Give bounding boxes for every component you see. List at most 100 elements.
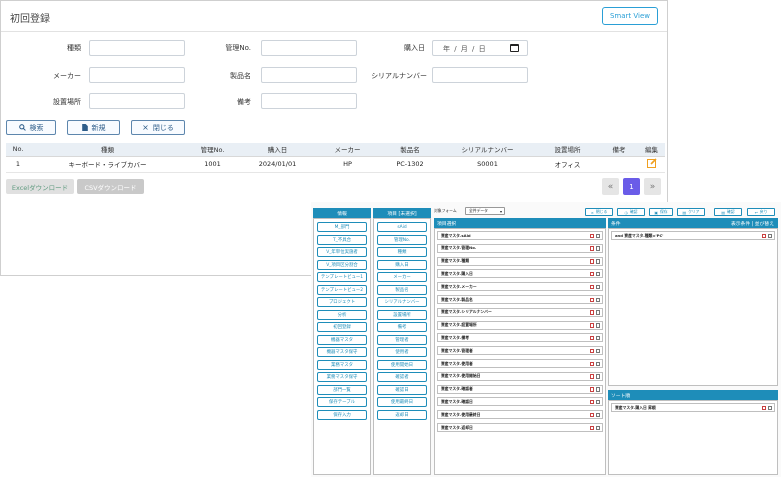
location-input[interactable] [89, 93, 185, 109]
info-item[interactable]: 保存テーブル [317, 397, 367, 407]
overlay-confirm-button[interactable]: ◷ 確認 [617, 208, 645, 216]
info-item[interactable]: テンプレートビュー2 [317, 284, 367, 295]
csv-download-button[interactable]: CSVダウンロード [77, 179, 144, 194]
info-item[interactable]: 機器マスタ保守 [317, 347, 367, 357]
trash-icon[interactable] [589, 284, 594, 290]
trash-icon[interactable] [589, 412, 594, 418]
info-item[interactable]: プロジェクト [317, 297, 367, 307]
list-item[interactable]: 資産マスタ.メーカー [437, 282, 603, 292]
field-item[interactable]: メーカー [377, 272, 427, 282]
field-item[interactable]: 確認者 [377, 372, 427, 382]
info-item[interactable]: 保存入力 [317, 409, 367, 420]
overlay-back-button[interactable]: ↩ 戻り [747, 208, 775, 216]
serial-input[interactable] [432, 67, 528, 83]
field-item[interactable]: シリアルナンバー [377, 297, 427, 307]
field-item[interactable]: 使用最終日 [377, 397, 427, 407]
edit-icon[interactable] [595, 310, 600, 315]
field-item[interactable]: 返却日 [377, 409, 427, 420]
trash-icon[interactable] [589, 271, 594, 277]
trash-icon[interactable] [761, 233, 766, 238]
trash-icon[interactable] [589, 387, 594, 392]
trash-icon[interactable] [589, 335, 594, 341]
field-item[interactable]: 管理者 [377, 334, 427, 345]
trash-icon[interactable] [761, 405, 766, 410]
prev-page-button[interactable]: « [602, 178, 619, 195]
trash-icon[interactable] [589, 297, 594, 302]
trash-icon[interactable] [589, 259, 594, 264]
sort-item[interactable]: 資産マスタ.購入日 昇順 [611, 403, 775, 412]
overlay-check-button[interactable]: ▤ 確認 [714, 208, 742, 216]
edit-icon[interactable] [595, 297, 600, 302]
edit-icon[interactable] [595, 246, 600, 251]
edit-icon[interactable] [595, 323, 600, 328]
list-item[interactable]: 資産マスタ.確認日 [437, 397, 603, 407]
search-button[interactable]: 検索 [6, 120, 56, 135]
info-item[interactable]: V_項目区分割合 [317, 259, 367, 270]
table-row[interactable]: 1 キーボード・ライブカバー 1001 2024/01/01 HP PC-130… [6, 156, 665, 173]
list-item[interactable]: 資産マスタ.確認者 [437, 384, 603, 394]
field-item[interactable]: 管理No. [377, 234, 427, 245]
field-item[interactable]: 種類 [377, 247, 427, 257]
list-item[interactable]: 資産マスタ.使用開始日 [437, 371, 603, 381]
field-item[interactable]: sAid [377, 222, 427, 232]
list-item[interactable]: 資産マスタ.sAid [437, 231, 603, 240]
field-item[interactable]: 使用開始日 [377, 359, 427, 370]
trash-icon[interactable] [589, 399, 594, 405]
list-item[interactable]: 資産マスタ.返却日 [437, 423, 603, 432]
maker-input[interactable] [89, 67, 185, 83]
info-item[interactable]: 分析 [317, 309, 367, 320]
trash-icon[interactable] [589, 246, 594, 251]
trash-icon[interactable] [589, 425, 594, 430]
field-item[interactable]: 備考 [377, 322, 427, 332]
new-button[interactable]: 新規 [67, 120, 120, 135]
list-item[interactable]: 資産マスタ.製品名 [437, 295, 603, 304]
overlay-clear-button[interactable]: ▤ クリア [677, 208, 705, 216]
info-item[interactable]: M_部門 [317, 222, 367, 232]
info-item[interactable]: 部門一覧 [317, 384, 367, 395]
edit-icon[interactable] [595, 412, 600, 418]
edit-icon[interactable] [595, 399, 600, 405]
info-item[interactable]: 機器マスタ [317, 334, 367, 345]
edit-icon[interactable] [595, 361, 600, 366]
edit-icon[interactable] [595, 374, 600, 379]
type-input[interactable] [89, 40, 185, 56]
list-item[interactable]: 資産マスタ.設置場所 [437, 320, 603, 330]
info-item[interactable]: 業務マスタ [317, 359, 367, 370]
info-item[interactable]: T_不具合 [317, 234, 367, 245]
edit-icon[interactable] [595, 348, 600, 354]
edit-icon[interactable] [595, 335, 600, 341]
list-item[interactable]: 資産マスタ.使用最終日 [437, 410, 603, 420]
overlay-save-button[interactable]: ▣ 保存 [649, 208, 673, 216]
list-item[interactable]: 資産マスタ.備考 [437, 333, 603, 343]
edit-icon[interactable] [595, 284, 600, 290]
product-input[interactable] [261, 67, 357, 83]
purchase-date-input[interactable]: 年 / 月 / 日 [432, 40, 528, 56]
list-item[interactable]: 資産マスタ.シリアルナンバー [437, 307, 603, 317]
overlay-close-button[interactable]: × 閉じる [585, 208, 613, 216]
next-page-button[interactable]: » [644, 178, 661, 195]
smart-view-button[interactable]: Smart View [602, 7, 658, 25]
edit-icon[interactable] [767, 405, 772, 410]
edit-icon[interactable] [767, 233, 772, 238]
trash-icon[interactable] [589, 348, 594, 354]
edit-icon[interactable] [595, 425, 600, 430]
excel-download-button[interactable]: Excelダウンロード [6, 179, 74, 194]
condition-item[interactable]: and 資産マスタ.種類='PC' [611, 231, 775, 240]
mgmt-no-input[interactable] [261, 40, 357, 56]
list-item[interactable]: 資産マスタ.管理No. [437, 243, 603, 253]
field-item[interactable]: 使用者 [377, 347, 427, 357]
list-item[interactable]: 資産マスタ.管理者 [437, 346, 603, 356]
info-item[interactable]: テンプレートビュー1 [317, 272, 367, 282]
edit-icon[interactable] [595, 259, 600, 264]
list-item[interactable]: 資産マスタ.購入日 [437, 269, 603, 279]
list-item[interactable]: 資産マスタ.種類 [437, 256, 603, 266]
field-item[interactable]: 購入日 [377, 259, 427, 270]
edit-icon[interactable] [595, 233, 600, 238]
field-item[interactable]: 製品名 [377, 284, 427, 295]
edit-icon[interactable] [595, 387, 600, 392]
trash-icon[interactable] [589, 233, 594, 238]
field-item[interactable]: 設置場所 [377, 309, 427, 320]
notes-input[interactable] [261, 93, 357, 109]
info-item[interactable]: V_年単位実施者 [317, 247, 367, 257]
target-select[interactable]: 全件データ ▾ [465, 207, 505, 215]
